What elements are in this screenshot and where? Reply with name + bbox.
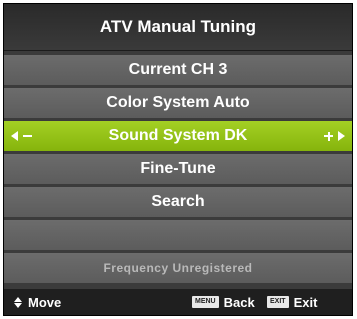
up-down-arrows-icon: [14, 296, 22, 308]
menu-key-icon: MENU: [192, 296, 219, 308]
menu-item-label: Color System Auto: [106, 94, 250, 111]
menu-title: ATV Manual Tuning: [4, 4, 352, 51]
menu-list: Current CH 3 Color System Auto Sound Sys…: [4, 55, 352, 286]
left-arrow-icon: [11, 131, 18, 141]
frequency-status: Frequency Unregistered: [4, 253, 352, 283]
menu-item-label: Search: [151, 193, 205, 210]
menu-item-search[interactable]: Search: [4, 187, 352, 217]
decrease-control[interactable]: [11, 131, 32, 141]
menu-item-label: Current CH 3: [128, 61, 228, 78]
menu-item-sound-system[interactable]: Sound System DK: [4, 121, 352, 151]
menu-item-empty: [4, 220, 352, 250]
minus-icon: [23, 135, 32, 137]
menu-item-label: Sound System DK: [108, 127, 248, 144]
footer-hint-bar: Move MENU Back EXIT Exit: [4, 289, 352, 315]
back-label: Back: [223, 294, 255, 310]
menu-item-current-channel[interactable]: Current CH 3: [4, 55, 352, 85]
back-hint[interactable]: MENU Back: [192, 295, 255, 310]
exit-label: Exit: [293, 294, 318, 310]
status-text: Frequency Unregistered: [103, 261, 253, 275]
menu-item-fine-tune[interactable]: Fine-Tune: [4, 154, 352, 184]
plus-icon: [324, 131, 333, 141]
move-hint: Move: [14, 295, 61, 310]
exit-key-icon: EXIT: [267, 296, 289, 308]
right-arrow-icon: [338, 131, 345, 141]
increase-control[interactable]: [324, 131, 345, 141]
exit-hint[interactable]: EXIT Exit: [267, 295, 317, 310]
move-label: Move: [28, 294, 62, 310]
menu-item-label: Fine-Tune: [140, 160, 216, 177]
menu-item-color-system[interactable]: Color System Auto: [4, 88, 352, 118]
osd-panel: ATV Manual Tuning Current CH 3 Color Sys…: [3, 3, 353, 316]
